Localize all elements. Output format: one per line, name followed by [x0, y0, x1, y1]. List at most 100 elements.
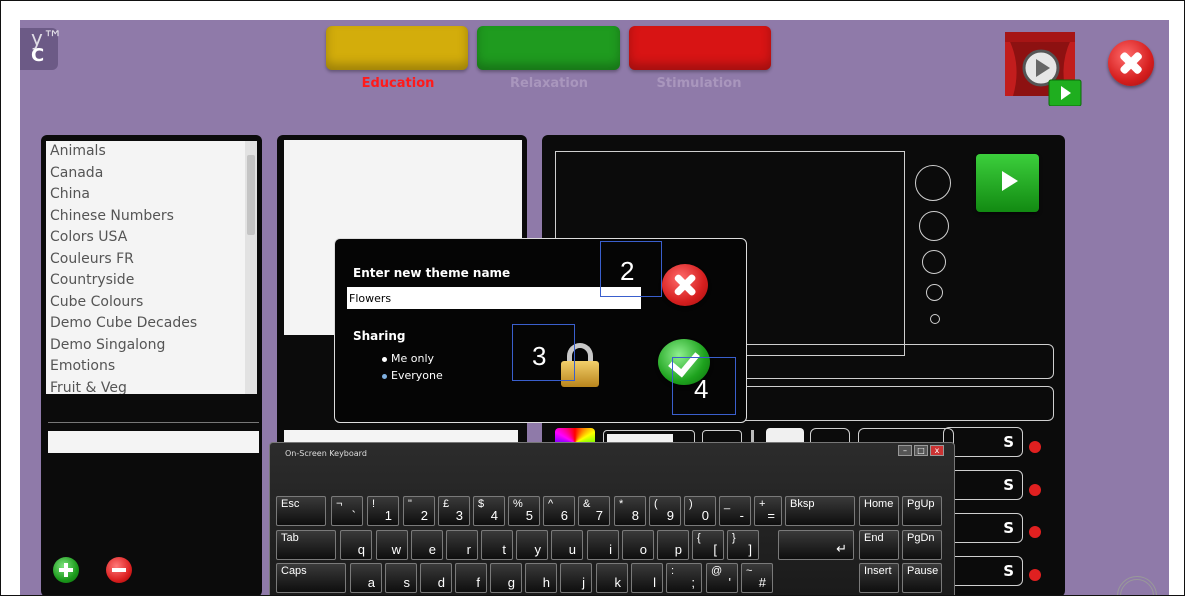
slot-label-4[interactable]: S	[943, 556, 1023, 586]
key-[interactable]: ~ #	[741, 563, 773, 593]
key-a[interactable]: a	[350, 563, 382, 593]
relaxation-label[interactable]: Relaxation	[479, 76, 619, 91]
radio-dot[interactable]	[382, 373, 387, 379]
theme-list-scrollbar[interactable]	[245, 141, 257, 394]
key-h[interactable]: h	[525, 563, 557, 593]
relaxation-category-button[interactable]	[477, 26, 620, 70]
radio-dot-selected[interactable]	[382, 356, 387, 362]
radio-me-only[interactable]: Me only	[382, 352, 434, 365]
key-pgup[interactable]: PgUp	[902, 496, 942, 526]
key-pause[interactable]: Pause	[902, 563, 942, 593]
record-indicator[interactable]	[1029, 569, 1041, 581]
key-u[interactable]: u	[551, 530, 583, 560]
key-g[interactable]: g	[490, 563, 522, 593]
play-icon[interactable]	[976, 154, 1039, 212]
speaker-icon[interactable]	[1117, 576, 1157, 595]
key-[interactable]: :;	[666, 563, 702, 593]
theme-list-item[interactable]: China	[46, 184, 257, 206]
slot-label-3[interactable]: S	[943, 513, 1023, 543]
record-indicator[interactable]	[1029, 484, 1041, 496]
scrollbar-thumb[interactable]	[247, 155, 255, 235]
theme-list-item[interactable]: Couleurs FR	[46, 249, 257, 271]
key-0[interactable]: ) 0	[684, 496, 716, 526]
key-f[interactable]: f	[455, 563, 487, 593]
theme-list-item[interactable]: Demo Cube Decades	[46, 313, 257, 335]
text-field-1[interactable]	[730, 344, 1054, 379]
key-r[interactable]: r	[446, 530, 478, 560]
key-[interactable]: ↵	[778, 530, 854, 560]
key-3[interactable]: £3	[438, 496, 470, 526]
key-4[interactable]: $4	[473, 496, 505, 526]
key-2[interactable]: " 2	[403, 496, 435, 526]
close-icon[interactable]	[1108, 40, 1154, 86]
key-d[interactable]: d	[420, 563, 452, 593]
key-j[interactable]: j	[560, 563, 592, 593]
key-bksp[interactable]: Bksp	[785, 496, 855, 526]
key-k[interactable]: k	[596, 563, 628, 593]
plus-icon[interactable]	[53, 557, 79, 583]
key-esc[interactable]: Esc	[276, 496, 326, 526]
key-[interactable]: }]	[727, 530, 759, 560]
theme-list-item[interactable]: Fruit & Veg	[46, 378, 257, 395]
theme-list-item[interactable]: Colors USA	[46, 227, 257, 249]
key-1[interactable]: ! 1	[367, 496, 399, 526]
key-[interactable]: ¬ `	[331, 496, 363, 526]
theme-search-field[interactable]	[48, 431, 259, 453]
key-tab[interactable]: Tab	[276, 530, 336, 560]
key-5[interactable]: % 5	[508, 496, 540, 526]
theme-list-item[interactable]: Canada	[46, 163, 257, 185]
key-y[interactable]: y	[516, 530, 548, 560]
theme-name-input[interactable]	[347, 287, 641, 309]
stimulation-category-button[interactable]	[629, 26, 771, 70]
key-l[interactable]: l	[631, 563, 663, 593]
key-9[interactable]: (9	[649, 496, 681, 526]
theme-list-item[interactable]: Demo Singalong	[46, 335, 257, 357]
record-indicator[interactable]	[1029, 526, 1041, 538]
key-t[interactable]: t	[481, 530, 513, 560]
radio-everyone[interactable]: Everyone	[382, 369, 443, 382]
key-i[interactable]: i	[587, 530, 619, 560]
size-circle-5[interactable]	[930, 314, 940, 324]
size-circle-3[interactable]	[922, 250, 946, 274]
theme-list-item[interactable]: Chinese Numbers	[46, 206, 257, 228]
key-end[interactable]: End	[859, 530, 899, 560]
key-home[interactable]: Home	[859, 496, 899, 526]
size-circle-2[interactable]	[919, 211, 949, 241]
key-[interactable]: @ '	[706, 563, 738, 593]
maximize-icon[interactable]: □	[914, 445, 928, 456]
size-circle-4[interactable]	[926, 284, 943, 301]
key-s[interactable]: s	[385, 563, 417, 593]
minus-icon[interactable]	[106, 557, 132, 583]
theme-list-item[interactable]: Emotions	[46, 356, 257, 378]
key-caps[interactable]: Caps	[276, 563, 346, 593]
key-[interactable]: {[	[692, 530, 724, 560]
key-6[interactable]: ^ 6	[543, 496, 575, 526]
key-q[interactable]: q	[340, 530, 372, 560]
keyboard-close-icon[interactable]: x	[930, 445, 944, 456]
record-indicator[interactable]	[1029, 441, 1041, 453]
theme-list-item[interactable]: Cube Colours	[46, 292, 257, 314]
key-w[interactable]: w	[376, 530, 408, 560]
theme-list-item[interactable]: Animals	[46, 141, 257, 163]
minimize-icon[interactable]: –	[898, 445, 912, 456]
theme-list-item[interactable]: Countryside	[46, 270, 257, 292]
key-o[interactable]: o	[622, 530, 654, 560]
dialog-close-icon[interactable]	[662, 264, 708, 306]
theatre-play-icon[interactable]	[1005, 32, 1083, 107]
theme-list[interactable]: Animals Canada China Chinese Numbers Colors …	[46, 141, 257, 394]
text-field-2[interactable]	[730, 386, 1054, 421]
slot-label-1[interactable]: S	[943, 427, 1023, 457]
key-pgdn[interactable]: PgDn	[902, 530, 942, 560]
key-7[interactable]: & 7	[578, 496, 610, 526]
key-8[interactable]: * 8	[614, 496, 646, 526]
slot-label-2[interactable]: S	[943, 470, 1023, 500]
key-[interactable]: + =	[754, 496, 782, 526]
key-insert[interactable]: Insert	[859, 563, 899, 593]
size-circle-1[interactable]	[915, 165, 951, 201]
education-category-button[interactable]	[326, 26, 468, 70]
key-e[interactable]: e	[411, 530, 443, 560]
key-[interactable]: _ -	[719, 496, 751, 526]
key-p[interactable]: p	[657, 530, 689, 560]
education-label[interactable]: Education	[328, 76, 468, 91]
stimulation-label[interactable]: Stimulation	[629, 76, 769, 91]
